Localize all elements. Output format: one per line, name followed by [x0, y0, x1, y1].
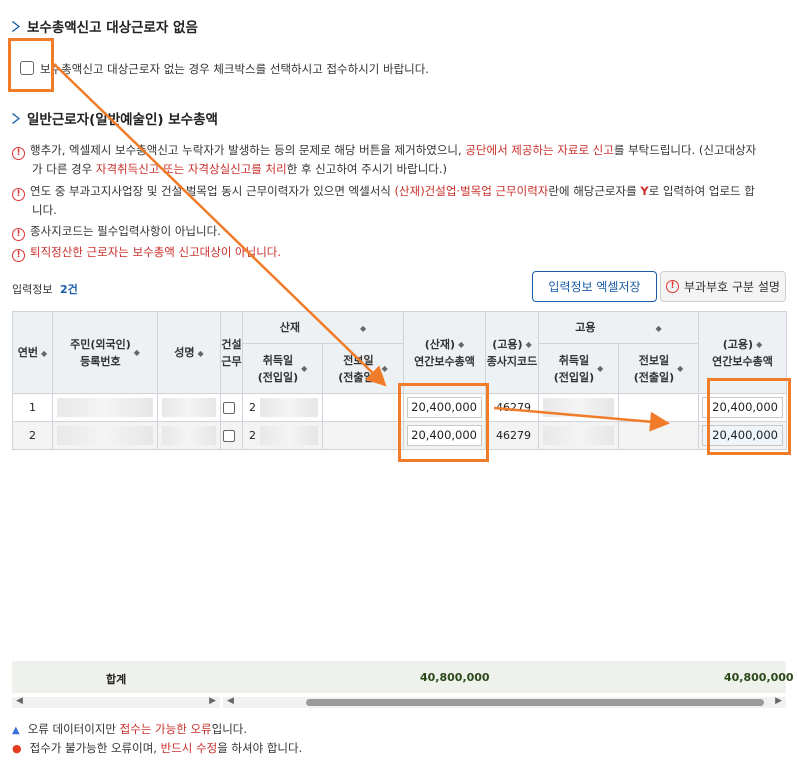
annotation-arrows	[53, 63, 670, 432]
arrow-checkbox-to-sanjae	[53, 63, 387, 387]
arrow-sanjae-to-goyong	[493, 406, 670, 432]
